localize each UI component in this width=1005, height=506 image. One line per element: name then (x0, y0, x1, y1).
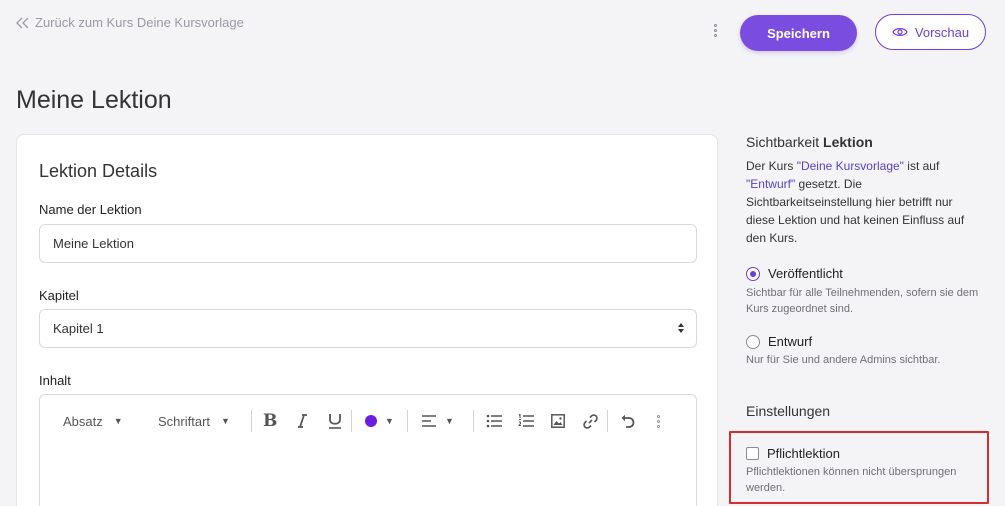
link-icon[interactable] (583, 409, 598, 433)
mandatory-lesson-label: Pflichtlektion (767, 446, 840, 461)
chevron-down-icon: ▼ (445, 416, 454, 426)
back-to-course-link[interactable]: Zurück zum Kurs Deine Kursvorlage (16, 15, 244, 30)
lesson-editor-page: Zurück zum Kurs Deine Kursvorlage Speich… (0, 0, 1005, 506)
radio-unchecked-icon (746, 334, 760, 349)
radio-draft[interactable]: Entwurf (746, 334, 812, 349)
image-icon[interactable] (551, 409, 565, 433)
double-chevron-left-icon (16, 17, 29, 28)
mandatory-hint: Pflichtlektionen können nicht übersprung… (746, 466, 957, 494)
toolbar-divider (251, 410, 252, 432)
text-color-icon (365, 415, 377, 427)
lesson-name-label: Name der Lektion (39, 202, 142, 217)
italic-icon[interactable] (295, 409, 309, 433)
bullet-list-icon[interactable] (486, 409, 502, 433)
preview-button-label: Vorschau (914, 24, 970, 40)
visibility-description: Der Kurs "Deine Kursvorlage" ist auf "En… (746, 157, 976, 247)
paragraph-label: Absatz (63, 413, 103, 429)
chapter-value: Kapitel 1 (53, 321, 104, 336)
chapter-label: Kapitel (39, 288, 79, 303)
radio-draft-label: Entwurf (768, 334, 813, 349)
more-options-icon[interactable] (711, 24, 719, 40)
chevron-down-icon: ▼ (113, 416, 123, 426)
toolbar-divider (351, 410, 352, 432)
lesson-name-value: Meine Lektion (53, 236, 134, 251)
lesson-name-input[interactable]: Meine Lektion (39, 224, 697, 263)
toolbar-divider (407, 410, 408, 432)
settings-title: Einstellungen (746, 403, 831, 419)
text-color-picker[interactable]: ▼ (365, 409, 394, 433)
font-dropdown[interactable]: Schriftart ▼ (158, 409, 230, 433)
visibility-title-bold: Lektion (823, 134, 873, 150)
editor-toolbar: Absatz ▼ Schriftart ▼ B ▼ ▼ (40, 395, 696, 447)
mandatory-lesson-checkbox[interactable]: Pflichtlektion (746, 446, 840, 461)
rich-text-editor[interactable]: Absatz ▼ Schriftart ▼ B ▼ ▼ (39, 394, 697, 506)
content-label: Inhalt (39, 373, 71, 388)
paragraph-dropdown[interactable]: Absatz ▼ (63, 409, 123, 433)
more-icon[interactable] (657, 409, 660, 433)
desc-part: ist auf (907, 159, 940, 173)
align-dropdown[interactable]: ▼ (422, 409, 454, 433)
toolbar-divider (473, 410, 474, 432)
underline-icon[interactable] (327, 409, 343, 433)
radio-checked-icon (746, 266, 760, 281)
font-label: Schriftart (158, 413, 211, 429)
eye-icon (892, 28, 908, 36)
page-title: Meine Lektion (16, 86, 172, 114)
course-status: "Entwurf" (746, 177, 796, 191)
select-arrows-icon (678, 323, 684, 333)
checkbox-icon (746, 447, 759, 460)
course-name-link[interactable]: "Deine Kursvorlage" (797, 159, 904, 173)
align-icon (422, 415, 436, 427)
draft-hint: Nur für Sie und andere Admins sichtbar. (746, 354, 941, 366)
undo-icon[interactable] (620, 409, 635, 433)
chevron-down-icon: ▼ (221, 416, 230, 426)
visibility-title-prefix: Sichtbarkeit (746, 134, 820, 150)
desc-part: Der Kurs (746, 159, 794, 173)
save-button[interactable]: Speichern (740, 15, 857, 51)
published-hint: Sichtbar für alle Teilnehmenden, sofern … (746, 287, 979, 315)
chevron-down-icon: ▼ (385, 416, 394, 426)
radio-published[interactable]: Veröffentlicht (746, 266, 843, 281)
lesson-details-card: Lektion Details Name der Lektion Meine L… (16, 134, 718, 506)
card-title: Lektion Details (39, 161, 158, 181)
back-link-label: Zurück zum Kurs Deine Kursvorlage (35, 15, 244, 30)
bold-icon[interactable]: B (263, 409, 277, 433)
radio-published-label: Veröffentlicht (768, 266, 843, 281)
preview-button[interactable]: Vorschau (875, 14, 986, 50)
numbered-list-icon[interactable] (518, 409, 534, 433)
toolbar-divider (607, 410, 608, 432)
visibility-title: Sichtbarkeit Lektion (746, 134, 873, 150)
chapter-select[interactable]: Kapitel 1 (39, 309, 697, 348)
